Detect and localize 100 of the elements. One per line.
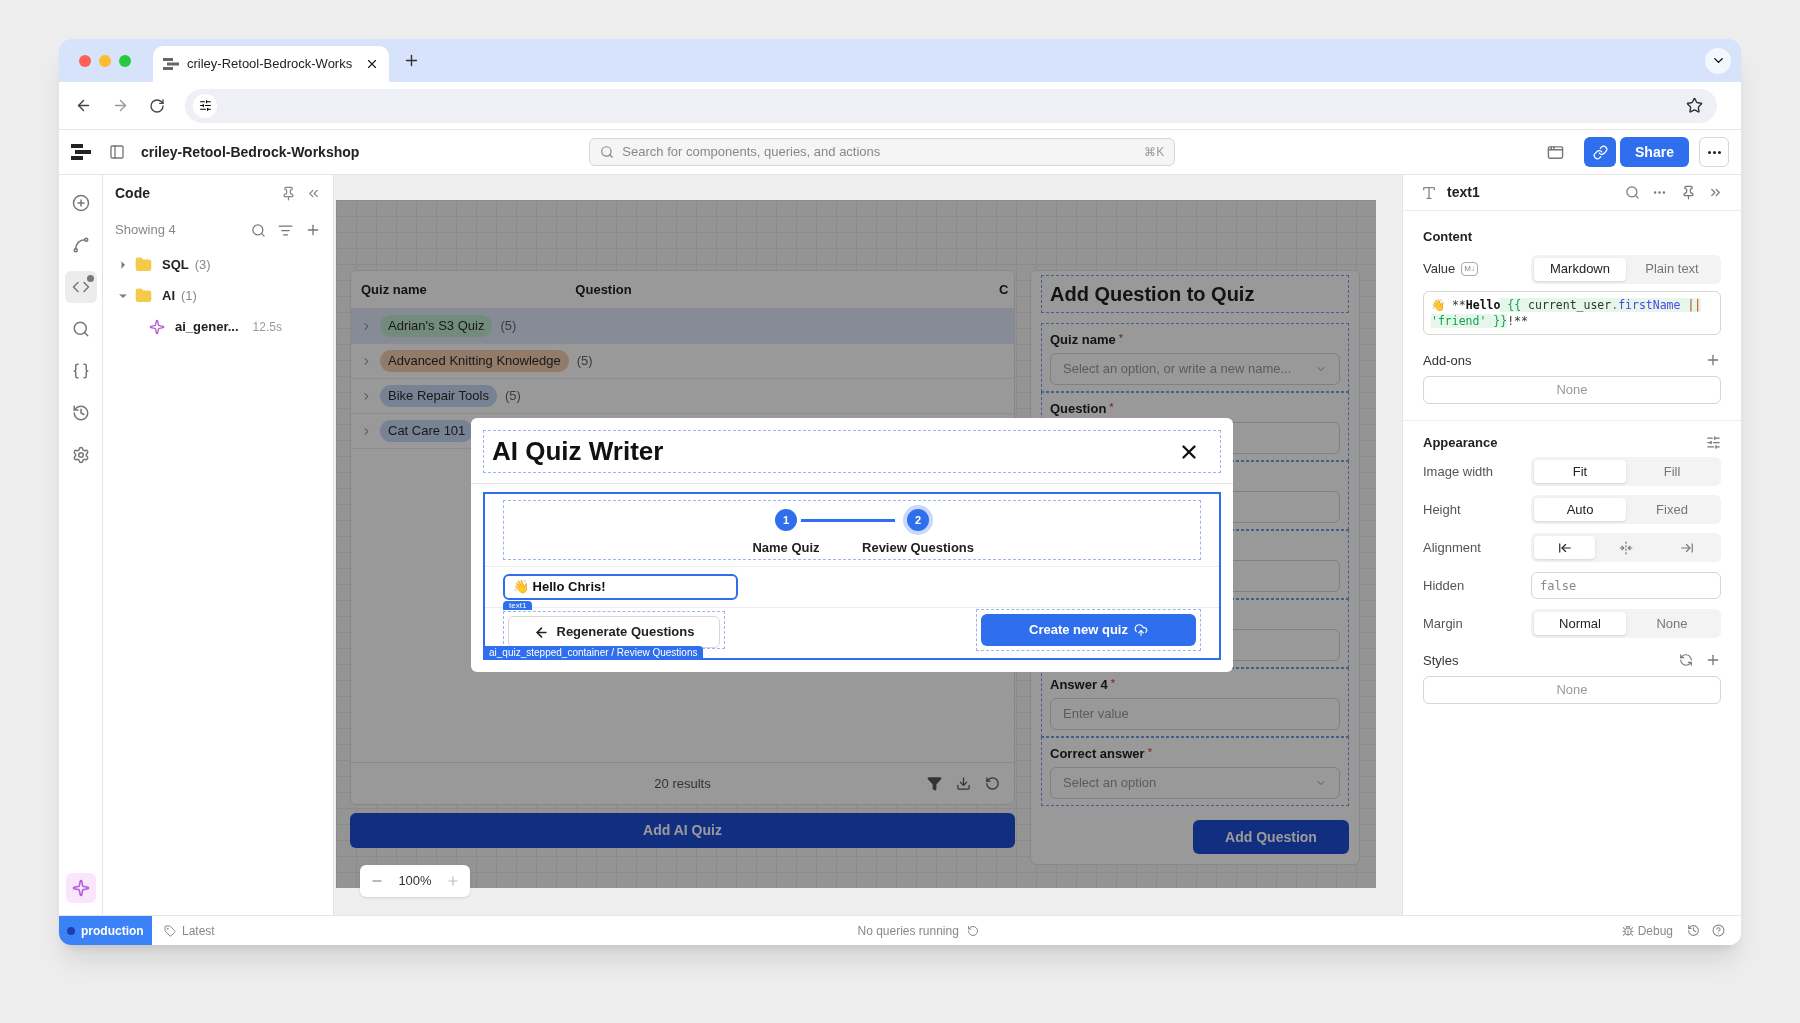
settings-icon (71, 446, 90, 464)
history-icon[interactable] (1687, 924, 1700, 937)
table-row[interactable]: Adrian's S3 Quiz (5) (351, 309, 1014, 344)
segment-option[interactable]: None (1626, 612, 1718, 635)
align-left-icon (1557, 540, 1572, 555)
query-item[interactable]: ai_gener... 12.5s (103, 311, 333, 342)
field-label: Value (1423, 260, 1456, 279)
link-icon (1592, 144, 1608, 160)
select-field[interactable]: Select an option, or write a new name... (1050, 353, 1340, 385)
download-icon[interactable] (956, 776, 971, 791)
close-window-icon[interactable] (79, 54, 91, 67)
field-label: Answer 4 (1050, 676, 1108, 694)
app-logo-icon[interactable] (71, 144, 91, 160)
new-tab-icon[interactable] (403, 52, 420, 69)
query-folder[interactable]: SQL (3) (103, 249, 333, 280)
required-mark: * (1118, 331, 1124, 346)
showing-count: Showing 4 (115, 221, 176, 240)
text-type-icon (1421, 184, 1437, 201)
tab-list-button[interactable] (1705, 47, 1731, 74)
forward-icon[interactable] (112, 97, 129, 114)
bug-icon (1621, 924, 1634, 937)
close-tab-icon[interactable] (365, 57, 379, 71)
assist-button[interactable] (65, 873, 96, 903)
pin-icon[interactable] (281, 185, 296, 201)
segment-option[interactable]: Fixed (1626, 498, 1718, 521)
filter-icon[interactable] (278, 222, 293, 238)
add-icon[interactable] (305, 222, 321, 238)
required-mark: * (1110, 676, 1116, 691)
more-icon (1707, 150, 1721, 154)
pin-icon[interactable] (1681, 185, 1696, 200)
app-title: criley-Retool-Bedrock-Workshop (141, 142, 360, 162)
help-icon[interactable] (1712, 924, 1725, 937)
field-label: Add-ons (1423, 351, 1472, 370)
field-label: Margin (1423, 614, 1463, 633)
step-number: 2 (903, 505, 933, 535)
add-ai-quiz-button[interactable]: Add AI Quiz (350, 813, 1015, 848)
preview-icon[interactable] (1547, 143, 1564, 161)
version-tag[interactable]: Latest (164, 921, 215, 940)
section-title: Content (1423, 228, 1474, 246)
column-header[interactable]: Quiz name (351, 279, 576, 300)
select-field[interactable]: Select an option (1050, 767, 1340, 799)
align-center-icon (1619, 540, 1633, 555)
browser-tab[interactable]: criley-Retool-Bedrock-Works (153, 46, 389, 82)
tab-favicon-icon (163, 58, 179, 70)
more-button[interactable] (1699, 137, 1729, 167)
quiz-tag: Bike Repair Tools (380, 385, 497, 407)
table-row[interactable]: Bike Repair Tools (5) (351, 379, 1014, 414)
field-label: Height (1423, 500, 1461, 519)
search-field[interactable]: Search for components, queries, and actions ⌘K (589, 138, 1176, 166)
table-row[interactable]: Advanced Knitting Knowledge (5) (351, 344, 1014, 379)
search-icon[interactable] (251, 222, 266, 238)
panel-toggle-icon[interactable] (109, 144, 125, 160)
input-field[interactable]: false (1531, 572, 1721, 599)
create-quiz-button[interactable]: Create new quiz (981, 614, 1196, 646)
bookmark-icon[interactable] (1686, 97, 1703, 114)
tag-icon (164, 924, 176, 937)
input-field[interactable]: Enter value (1050, 698, 1340, 730)
row-count: (5) (500, 317, 517, 336)
settings-icon[interactable] (1706, 435, 1721, 451)
regenerate-button[interactable]: Regenerate Questions (508, 616, 720, 648)
column-header[interactable]: C (999, 279, 1014, 300)
field-label: Hidden (1423, 576, 1465, 595)
segment-option[interactable]: Auto (1534, 498, 1626, 521)
back-icon[interactable] (75, 97, 92, 114)
required-mark: * (1147, 745, 1152, 760)
segment-option[interactable]: Fill (1626, 460, 1718, 483)
select-tool-icon (71, 236, 90, 254)
field-label: Styles (1423, 651, 1459, 670)
greeting-text: 👋 Hello Chris! (503, 574, 738, 600)
add-question-button[interactable]: Add Question (1193, 820, 1349, 854)
search-icon[interactable] (1625, 185, 1640, 200)
refresh-icon[interactable] (985, 776, 1000, 791)
share-button[interactable]: Share (1620, 137, 1689, 167)
refresh-icon[interactable] (966, 924, 979, 937)
site-settings-icon[interactable] (198, 99, 212, 112)
environment-badge[interactable]: production (59, 916, 152, 945)
column-header[interactable]: Question (575, 279, 1000, 300)
filter-icon[interactable] (927, 776, 942, 791)
stepper-step[interactable]: 2 Review Questions (863, 505, 973, 558)
code-editor[interactable]: 👋 **Hello {{ current_user.firstName || 'friend' }}!** (1423, 290, 1721, 335)
segment-option[interactable]: Fit (1534, 460, 1626, 483)
copy-link-button[interactable] (1584, 137, 1616, 167)
quiz-tag: Cat Care 101 (380, 420, 474, 442)
container-tag: ai_quiz_stepped_container / Review Questions (483, 646, 704, 660)
field-label: Alignment (1423, 538, 1481, 557)
segment-option[interactable]: Plain text (1626, 257, 1718, 281)
panel-title: Code (115, 183, 150, 203)
debug-button[interactable]: Debug (1621, 921, 1673, 940)
code-button[interactable] (64, 271, 97, 303)
stepper-step[interactable]: 1 Name Quiz (731, 505, 841, 558)
results-count: 20 results (654, 774, 711, 793)
query-folder[interactable]: AI (1) (103, 280, 333, 311)
row-count: (5) (504, 387, 521, 406)
segment-option[interactable]: Normal (1534, 612, 1626, 635)
align-left-option[interactable] (1534, 536, 1596, 559)
required-mark: * (1109, 400, 1114, 415)
reset-icon[interactable] (1679, 653, 1693, 668)
reload-icon[interactable] (149, 97, 165, 114)
segment-option[interactable]: Markdown (1534, 257, 1626, 281)
selection-tag: text1 (503, 601, 533, 610)
